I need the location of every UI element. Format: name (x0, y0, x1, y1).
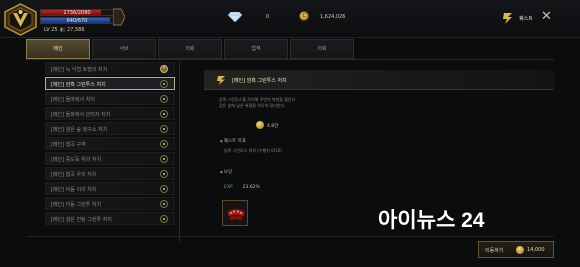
reward-item-slot[interactable] (222, 200, 248, 226)
hp-bar: 1736/2080 (40, 9, 114, 16)
diamond-value: 0 (266, 14, 270, 20)
quest-list-item[interactable]: [메인] 중도독 위의 처치 (45, 152, 175, 165)
tab-request-2[interactable]: 의뢰 (290, 39, 354, 59)
quest-list-item[interactable]: [메인] 암흑 그린투스 처치 (45, 77, 175, 90)
quest-list-item-label: [메인] 협곡 구역 (51, 142, 86, 148)
news-watermark: 아이뉴스 24 (378, 209, 485, 232)
quest-window-title: 퀘스트 (519, 16, 533, 22)
quest-goal-text: 암흑 그린투스 처치 (수행치 0/10) (224, 148, 282, 153)
quest-list-item[interactable]: [메인] 어둠 이의 처치 (45, 182, 175, 195)
list-scrollbar[interactable] (179, 62, 180, 242)
quest-list-item-label: [메인] 검은 진탕 그린투 처치 (51, 217, 112, 223)
move-button-label: 이동하기 (485, 248, 504, 254)
exp-reward-value: 23.62% (242, 185, 260, 190)
quest-list: [메인] 늑 낙엽 토벌의 처치 ✓ [메인] 암흑 그린투스 처치 [메인] 들마에… (45, 62, 175, 248)
level-label: LV 25 (44, 27, 58, 33)
tab-divider (26, 59, 554, 60)
hp-text: 1736/2080 (63, 10, 91, 16)
tab-achievement[interactable]: 업적 (224, 39, 288, 59)
quest-type-icon (217, 76, 225, 85)
quest-list-item-label: [메인] 검은 숲 정구소 처치 (51, 127, 108, 133)
top-bar: 1736/2080 640/670 LV 25 ▮▯ 27,586 0 C 1,… (0, 0, 580, 38)
quest-list-item-label: [메인] 늑 낙엽 토벌의 처치 (51, 67, 108, 73)
gold-reward-coin-icon (256, 121, 264, 129)
check-icon: ✓ (161, 64, 167, 71)
gold-reward-value: 4.8만 (267, 124, 279, 129)
tab-main[interactable]: 메인 (26, 39, 90, 59)
quest-list-item[interactable]: [메인] 검은 숲 정구소 처치 (45, 122, 175, 135)
reward-heading: 보상 (220, 169, 232, 175)
bottom-divider (26, 236, 554, 237)
quest-progress-icon (160, 185, 168, 193)
quest-list-item[interactable]: [메인] 들마에서 처치 (45, 92, 175, 105)
move-cost-value: 14,000 (527, 247, 545, 253)
quest-list-item-label: [메인] 어둠 그린투 처치 (51, 202, 102, 208)
quest-progress-icon (160, 155, 168, 163)
close-button[interactable]: ✕ (541, 10, 552, 23)
exp-reward-row: EXP 23.62% (224, 185, 260, 190)
bar-cap-ornament-icon (113, 8, 125, 26)
quest-tabs: 메인 서브 의뢰 업적 의뢰 (26, 39, 356, 59)
quest-progress-icon (160, 125, 168, 133)
quest-detail-title: [메인] 암흑 그린투스 처치 (232, 78, 287, 84)
quest-list-item[interactable]: [메인] 어둠 그린투 처치 (45, 197, 175, 210)
exp-reward-label: EXP (224, 185, 233, 190)
gold-coin-icon: C (299, 11, 309, 21)
mp-text: 640/670 (66, 18, 88, 24)
quest-progress-icon (160, 170, 168, 178)
quest-list-item-label: [메인] 암흑 그린투스 처치 (51, 82, 106, 88)
quest-detail-header: [메인] 암흑 그린투스 처치 (204, 70, 554, 90)
quest-list-item[interactable]: [메인] 검은 진탕 그린투 처치 (45, 212, 175, 225)
quest-progress-icon (160, 140, 168, 148)
mp-bar: 640/670 (40, 17, 114, 24)
quest-description-line-2: 검은 숲에 남은 위협을 하나씩 정리한다. (219, 103, 286, 108)
class-emblem-icon[interactable] (2, 3, 39, 36)
quest-list-item[interactable]: [메인] 협곡 우의 처치 (45, 167, 175, 180)
quest-progress-icon (160, 80, 168, 88)
gold-value: 1,624,026 (320, 14, 346, 20)
quest-logo-icon (503, 13, 512, 24)
quest-goal-heading: 퀘스트 목표 (220, 138, 246, 144)
quest-list-item[interactable]: [메인] 들파에서 관리자 처치 (45, 107, 175, 120)
quest-list-item-label: [메인] 들파에서 관리자 처치 (51, 112, 111, 118)
quest-list-item-label: [메인] 중도독 위의 처치 (51, 157, 102, 163)
exp-icon: ▮▯ (60, 27, 66, 33)
quest-progress-icon (160, 95, 168, 103)
move-cost-coin-icon (516, 246, 524, 254)
quest-progress-icon (160, 215, 168, 223)
red-armor-icon (226, 208, 246, 222)
tab-request[interactable]: 의뢰 (158, 39, 222, 59)
quest-list-item-label: [메인] 들마에서 처치 (51, 97, 95, 103)
exp-value: 27,586 (67, 27, 85, 33)
quest-list-item[interactable]: [메인] 늑 낙엽 토벌의 처치 ✓ (45, 62, 175, 75)
tab-sub[interactable]: 서브 (92, 39, 156, 59)
quest-progress-icon (160, 200, 168, 208)
quest-progress-icon (160, 110, 168, 118)
diamond-icon (228, 12, 242, 22)
quest-list-item-label: [메인] 협곡 우의 처치 (51, 172, 97, 178)
quest-list-item-label: [메인] 어둠 이의 처치 (51, 187, 97, 193)
quest-list-item[interactable]: [메인] 협곡 구역 (45, 137, 175, 150)
move-button[interactable]: 이동하기 14,000 (478, 241, 554, 258)
